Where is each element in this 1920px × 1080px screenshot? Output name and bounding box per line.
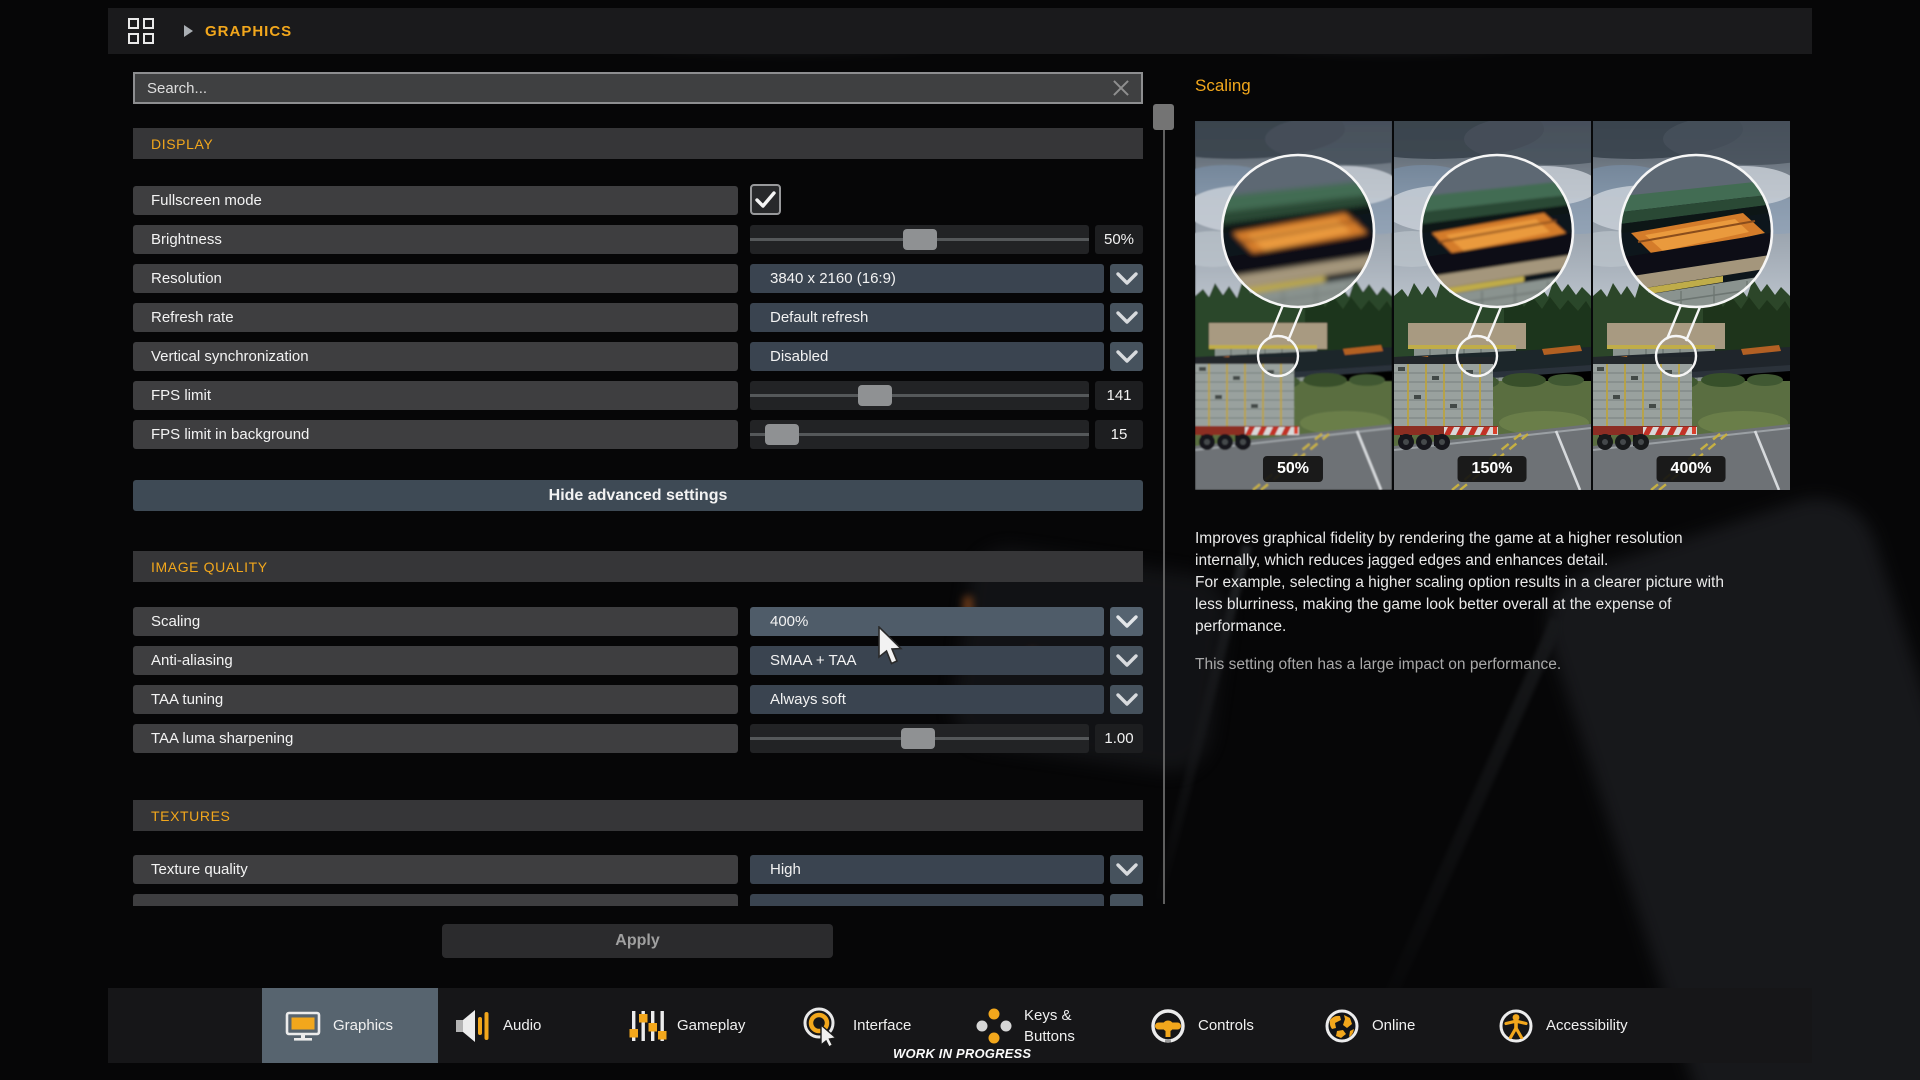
tab-label: Online [1372,1015,1415,1036]
setting-label-fullscreen: Fullscreen mode [133,186,738,215]
apply-button[interactable]: Apply [442,924,833,958]
tab-label: Audio [503,1015,541,1036]
texture-quality-dropdown-button[interactable] [1110,855,1143,884]
scaling-dropdown-button[interactable] [1110,607,1143,636]
clipped-setting-row [0,894,1920,906]
chevron-down-icon [1115,349,1139,365]
refresh-rate-dropdown[interactable]: Default refresh [750,303,1104,332]
steering-wheel-icon [1148,1006,1188,1046]
tab-graphics[interactable]: Graphics [283,988,393,1063]
vsync-dropdown-button[interactable] [1110,342,1143,371]
setting-label-brightness: Brightness [133,225,738,254]
section-header-image-quality: IMAGE QUALITY [133,551,1143,582]
taa-luma-slider[interactable] [750,724,1089,753]
setting-label-taa-luma: TAA luma sharpening [133,724,738,753]
tab-audio[interactable]: Audio [453,988,541,1063]
brightness-slider[interactable] [750,225,1089,254]
fullscreen-checkbox[interactable] [750,184,781,215]
refresh-rate-dropdown-button[interactable] [1110,303,1143,332]
scaling-comparison-image [1195,121,1790,490]
setting-label-fps-limit: FPS limit [133,381,738,410]
gamepad-dots-icon [974,1006,1014,1046]
chevron-down-icon [1115,692,1139,708]
sliders-icon [627,1006,667,1046]
detail-title: Scaling [1195,76,1251,96]
scaling-dropdown[interactable]: 400% [750,607,1104,636]
chevron-down-icon [1115,653,1139,669]
monitor-icon [283,1006,323,1046]
hide-advanced-settings-button[interactable]: Hide advanced settings [133,480,1143,511]
top-bar: GRAPHICS [108,8,1812,54]
performance-note: This setting often has a large impact on… [1195,656,1790,674]
globe-icon [1322,1006,1362,1046]
menu-grid-icon[interactable] [128,18,154,44]
section-header-display: DISPLAY [133,128,1143,159]
fps-limit-value: 141 [1095,381,1143,410]
cursor-click-icon [801,1005,843,1047]
antialiasing-dropdown-button[interactable] [1110,646,1143,675]
taa-luma-value: 1.00 [1095,724,1143,753]
setting-label-antialiasing: Anti-aliasing [133,646,738,675]
brightness-value: 50% [1095,225,1143,254]
chevron-down-icon [1115,271,1139,287]
accessibility-person-icon [1496,1006,1536,1046]
mouse-cursor [878,626,904,666]
resolution-dropdown[interactable]: 3840 x 2160 (16:9) [750,264,1104,293]
texture-quality-dropdown[interactable]: High [750,855,1104,884]
tab-controls[interactable]: Controls [1148,988,1254,1063]
setting-label-texture-quality: Texture quality [133,855,738,884]
vsync-dropdown[interactable]: Disabled [750,342,1104,371]
setting-label-resolution: Resolution [133,264,738,293]
setting-label-taa-tuning: TAA tuning [133,685,738,714]
checkmark-icon [752,186,779,213]
tab-label: Graphics [333,1015,393,1036]
work-in-progress-note: WORK IN PROGRESS [893,1046,1031,1061]
scaling-badge-50: 50% [1263,456,1323,482]
antialiasing-dropdown[interactable]: SMAA + TAA [750,646,1104,675]
chevron-down-icon [1115,614,1139,630]
slider-handle[interactable] [901,728,935,749]
chevron-down-icon [1115,862,1139,878]
slider-handle[interactable] [903,229,937,250]
setting-label-scaling: Scaling [133,607,738,636]
slider-handle[interactable] [858,385,892,406]
scaling-badge-150: 150% [1458,456,1527,482]
taa-tuning-dropdown-button[interactable] [1110,685,1143,714]
tab-label: Interface [853,1015,911,1036]
section-header-textures: TEXTURES [133,800,1143,831]
breadcrumb: GRAPHICS [205,23,292,40]
scrollbar-track[interactable] [1163,104,1165,904]
fps-limit-slider[interactable] [750,381,1089,410]
scaling-badge-400: 400% [1657,456,1726,482]
tab-label: Controls [1198,1015,1254,1036]
comparison-panel-150 [1394,121,1591,490]
resolution-dropdown-button[interactable] [1110,264,1143,293]
graphics-settings-screen: GRAPHICS Search... DISPLAY Fullscreen mo… [0,0,1920,1080]
setting-label-refresh-rate: Refresh rate [133,303,738,332]
tab-label: Keys & Buttons [1024,1005,1075,1047]
tab-label: Accessibility [1546,1015,1628,1036]
setting-description: Improves graphical fidelity by rendering… [1195,528,1790,638]
chevron-down-icon [1115,310,1139,326]
taa-tuning-dropdown[interactable]: Always soft [750,685,1104,714]
tab-gameplay[interactable]: Gameplay [627,988,745,1063]
search-placeholder: Search... [147,80,1109,97]
breadcrumb-chevron-icon [184,25,193,37]
search-input[interactable]: Search... [133,72,1143,104]
setting-label-fps-limit-bg: FPS limit in background [133,420,738,449]
scrollbar-thumb[interactable] [1153,104,1174,130]
setting-label-vsync: Vertical synchronization [133,342,738,371]
fps-limit-bg-slider[interactable] [750,420,1089,449]
comparison-panel-50 [1195,121,1392,490]
fps-limit-bg-value: 15 [1095,420,1143,449]
tab-accessibility[interactable]: Accessibility [1496,988,1628,1063]
tab-label: Gameplay [677,1015,745,1036]
comparison-panel-400 [1593,121,1790,490]
slider-handle[interactable] [765,424,799,445]
tab-online[interactable]: Online [1322,988,1415,1063]
search-clear-icon[interactable] [1109,76,1133,100]
speaker-icon [453,1006,493,1046]
